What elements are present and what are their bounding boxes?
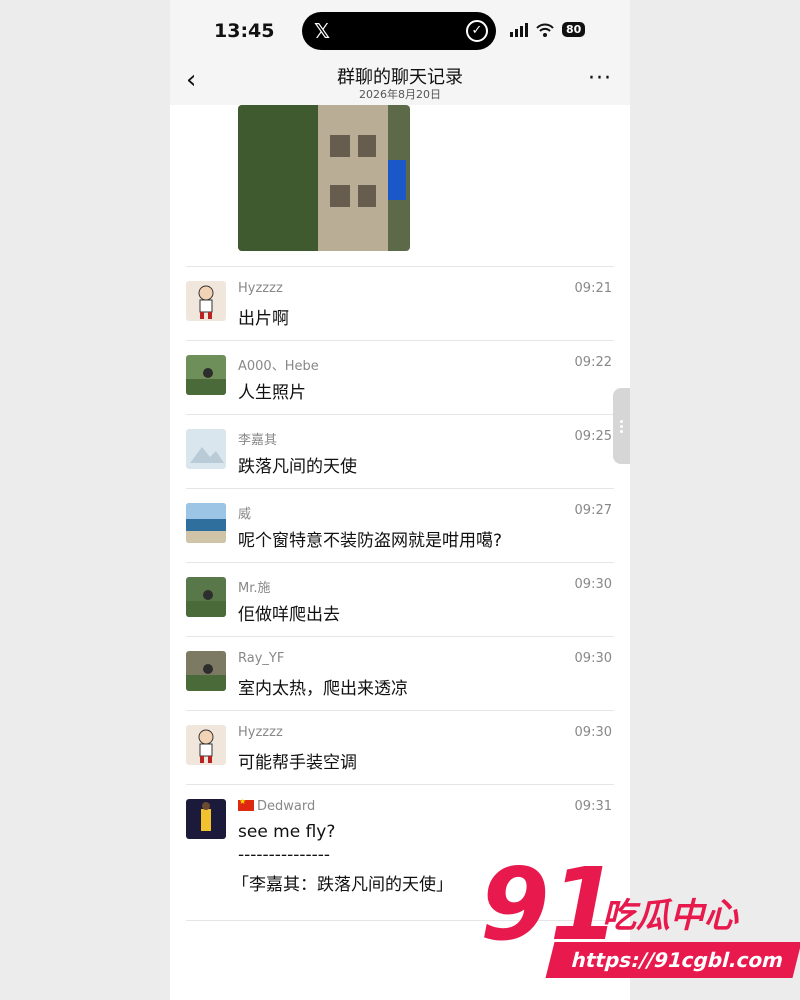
person-field-avatar[interactable] (186, 355, 226, 395)
message-text: 出片啊 (238, 309, 289, 329)
message-text: 可能帮手装空调 (238, 753, 357, 773)
quoted-message: 「李嘉其：跌落凡间的天使」 (232, 875, 453, 895)
watermark: 91 吃瓜中心 https://91cgbl.com (480, 846, 800, 990)
china-flag-icon (238, 797, 254, 811)
message-time: 09:25 (574, 429, 612, 444)
message-row[interactable]: Hyzzzz 09:30 可能帮手装空调 (186, 710, 614, 785)
more-icon[interactable]: ··· (588, 66, 612, 91)
message-time: 09:21 (574, 281, 612, 296)
message-row[interactable]: 李嘉其 09:25 跌落凡间的天使 (186, 414, 614, 489)
sea-avatar[interactable] (186, 503, 226, 543)
message-time: 09:30 (574, 577, 612, 592)
status-time: 13:45 (214, 20, 275, 42)
message-time: 09:27 (574, 503, 612, 518)
nav-bar: ‹ 群聊的聊天记录 2026年8月20日 ··· (170, 60, 630, 105)
message-row[interactable]: Mr.施 09:30 佢做咩爬出去 (186, 562, 614, 637)
sender-name: Hyzzzz (238, 281, 283, 296)
message-row[interactable]: 威 09:27 呢个窗特意不装防盗网就是咁用噶? (186, 488, 614, 563)
cartoon-avatar[interactable] (186, 281, 226, 321)
sender-name: 李嘉其 (238, 433, 278, 448)
sender-name: A000、Hebe (238, 359, 319, 374)
signal-icon (510, 22, 528, 37)
sender-name: Ray_YF (238, 651, 285, 666)
quote-divider: --------------- (238, 845, 331, 865)
status-bar: 13:45 𝕏 ✓ 80 (170, 0, 630, 60)
message-time: 09:31 (574, 799, 612, 814)
sender-name: 威 (238, 507, 252, 522)
message-row[interactable]: Ray_YF 09:30 室内太热，爬出来透凉 (186, 636, 614, 711)
message-time: 09:30 (574, 651, 612, 666)
street-sign (388, 160, 406, 200)
message-text: 呢个窗特意不装防盗网就是咁用噶? (238, 531, 503, 551)
shared-photo[interactable] (238, 105, 410, 251)
battery-icon: 80 (562, 22, 586, 37)
message-row[interactable]: A000、Hebe 09:22 人生照片 (186, 340, 614, 415)
status-icons: 80 (510, 22, 586, 37)
message-time: 09:22 (574, 355, 612, 370)
sender-name: Dedward (238, 797, 315, 814)
watermark-name: 吃瓜中心 (602, 896, 738, 936)
page-date: 2026年8月20日 (359, 88, 441, 101)
mountain-avatar[interactable] (186, 429, 226, 469)
message-text: 佢做咩爬出去 (238, 605, 340, 625)
x-app-icon: 𝕏 (314, 19, 331, 43)
message-text: see me fly? (238, 822, 336, 842)
dynamic-island[interactable]: 𝕏 ✓ (302, 12, 496, 50)
landscape-avatar[interactable] (186, 577, 226, 617)
message-row[interactable]: Hyzzzz 09:21 出片啊 (186, 266, 614, 341)
check-icon: ✓ (466, 20, 488, 42)
watermark-url: https://91cgbl.com (545, 942, 800, 978)
side-handle[interactable] (613, 388, 630, 464)
message-text: 人生照片 (238, 383, 306, 403)
cartoon-avatar[interactable] (186, 725, 226, 765)
street-avatar[interactable] (186, 651, 226, 691)
message-time: 09:30 (574, 725, 612, 740)
message-text: 室内太热，爬出来透凉 (238, 679, 408, 699)
sender-name: Mr.施 (238, 581, 271, 596)
message-text: 跌落凡间的天使 (238, 457, 357, 477)
basketball-avatar[interactable] (186, 799, 226, 839)
wifi-icon (536, 23, 554, 37)
sender-name: Hyzzzz (238, 725, 283, 740)
